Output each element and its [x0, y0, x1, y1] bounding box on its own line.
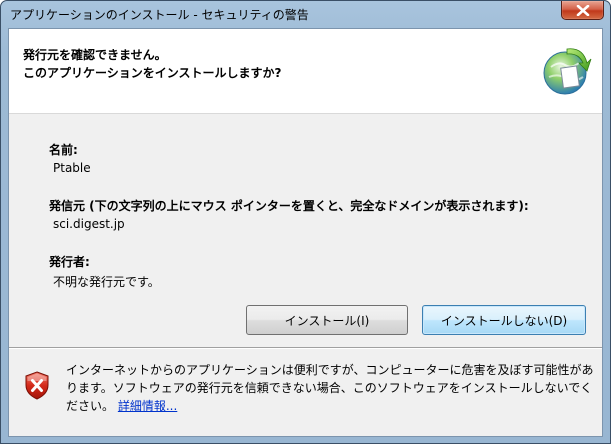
header-message: 発行元を確認できません。 このアプリケーションをインストールしますか? [23, 46, 281, 82]
source-label: 発信元 (下の文字列の上にマウス ポインターを置くと、完全なドメインが表示されま… [49, 199, 529, 213]
install-button[interactable]: インストール(I) [246, 305, 408, 335]
name-value: Ptable [53, 161, 91, 175]
window-title: アプリケーションのインストール - セキュリティの警告 [10, 8, 309, 22]
dialog-body: 発行元を確認できません。 このアプリケーションをインストールしますか? 名前: … [8, 28, 603, 437]
shield-warning-icon [25, 371, 49, 400]
header-line-2: このアプリケーションをインストールしますか? [23, 66, 282, 80]
name-field: 名前: Ptable [49, 141, 91, 175]
footer-message-block: インターネットからのアプリケーションは便利ですが、コンピューターに危害を及ぼす可… [66, 361, 596, 415]
dialog-header: 発行元を確認できません。 このアプリケーションをインストールしますか? [9, 29, 602, 114]
application-install-icon [543, 48, 592, 95]
source-field: 発信元 (下の文字列の上にマウス ポインターを置くと、完全なドメインが表示されま… [49, 197, 529, 231]
header-line-1: 発行元を確認できません。 [23, 48, 167, 62]
title-bar[interactable]: アプリケーションのインストール - セキュリティの警告 [1, 1, 610, 28]
footer-separator [9, 347, 602, 349]
dont-install-button[interactable]: インストールしない(D) [422, 305, 586, 335]
security-warning-dialog: アプリケーションのインストール - セキュリティの警告 発行元を確認できません。… [0, 0, 611, 444]
publisher-field: 発行者: 不明な発行元です。 [49, 253, 160, 290]
source-value[interactable]: sci.digest.jp [53, 217, 529, 231]
publisher-value: 不明な発行元です。 [53, 275, 160, 289]
more-info-link[interactable]: 詳細情報... [118, 399, 177, 413]
close-icon [576, 5, 590, 16]
name-label: 名前: [49, 143, 78, 157]
close-button[interactable] [561, 1, 604, 20]
publisher-label: 発行者: [49, 255, 90, 269]
